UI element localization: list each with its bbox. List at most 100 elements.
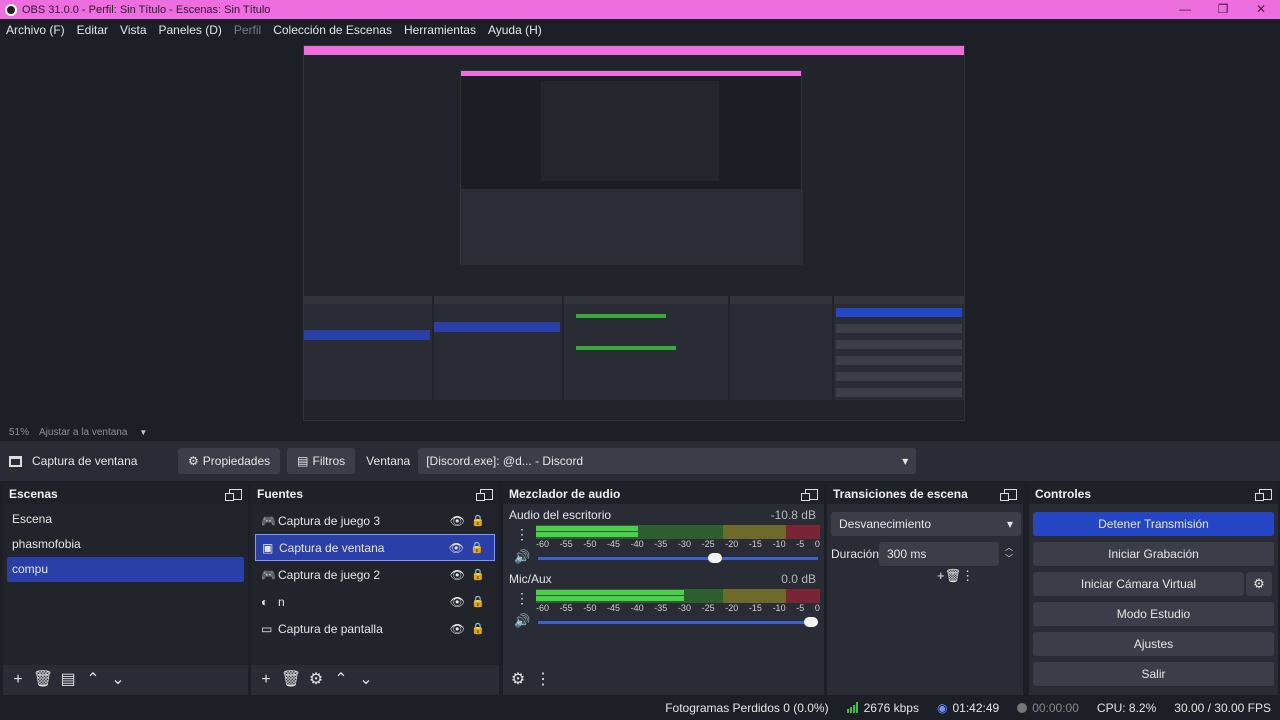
- window-select[interactable]: [Discord.exe]: @d... - Discord ▾: [418, 448, 917, 474]
- source-item-selected[interactable]: ▣ Captura de ventana 👁 🔒: [255, 534, 495, 561]
- kebab-menu-icon[interactable]: ⋮: [532, 669, 554, 691]
- meter-tick-label: -10: [772, 603, 786, 613]
- channel-name: Mic/Aux: [509, 572, 552, 586]
- transitions-title: Transiciones de escena: [833, 487, 968, 501]
- add-icon[interactable]: +: [7, 669, 29, 691]
- eye-icon[interactable]: 👁: [449, 541, 464, 555]
- meter-tick-label: -50: [583, 603, 597, 613]
- menu-archivo[interactable]: Archivo (F): [0, 23, 71, 37]
- stream-time: ◉ 01:42:49: [936, 700, 1000, 715]
- close-button[interactable]: ✕: [1242, 0, 1280, 19]
- lock-icon[interactable]: 🔒: [471, 595, 485, 608]
- volume-meter: [536, 589, 820, 603]
- eye-icon[interactable]: 👁: [450, 622, 465, 636]
- kebab-menu-icon[interactable]: ⋮: [961, 568, 974, 584]
- meter-tick-label: -30: [677, 539, 691, 549]
- meter-tick-label: -15: [748, 603, 762, 613]
- menu-editar[interactable]: Editar: [71, 23, 114, 37]
- menu-paneles[interactable]: Paneles (D): [153, 23, 228, 37]
- start-recording-button[interactable]: Iniciar Grabación: [1033, 542, 1274, 566]
- meter-tick-label: -60: [536, 603, 550, 613]
- trash-icon[interactable]: 🗑: [945, 568, 962, 584]
- arrow-up-icon[interactable]: ⌃: [82, 669, 104, 691]
- lock-icon[interactable]: 🔒: [470, 541, 484, 554]
- transition-select[interactable]: Desvanecimiento ▾: [831, 512, 1021, 536]
- lock-icon[interactable]: 🔒: [471, 568, 485, 581]
- chevron-down-icon: ▾: [902, 454, 909, 468]
- scene-item-selected[interactable]: compu: [7, 557, 244, 582]
- meter-tick-label: -60: [536, 539, 550, 549]
- lock-icon[interactable]: 🔒: [471, 514, 485, 527]
- source-item[interactable]: 🎮 Captura de juego 2 👁 🔒: [255, 561, 495, 588]
- arrow-up-icon[interactable]: ⌃: [330, 669, 352, 691]
- meter-tick-label: -35: [654, 539, 668, 549]
- trash-icon[interactable]: 🗑: [32, 669, 54, 691]
- filter-icon[interactable]: ▤: [57, 669, 79, 691]
- meter-tick-label: -45: [606, 539, 620, 549]
- volume-knob[interactable]: [804, 617, 818, 627]
- chevron-down-icon: ▾: [1006, 517, 1013, 531]
- eye-icon[interactable]: 👁: [450, 568, 465, 582]
- undock-icon[interactable]: [1000, 488, 1017, 501]
- trash-icon[interactable]: 🗑: [280, 669, 302, 691]
- filter-icon: ▤: [297, 454, 309, 468]
- source-item[interactable]: 🎮 Captura de juego 3 👁 🔒: [255, 507, 495, 534]
- gear-icon[interactable]: ⚙: [305, 669, 327, 691]
- scene-item[interactable]: phasmofobia: [7, 532, 244, 557]
- duration-stepper[interactable]: ︿ ﹀: [1002, 542, 1016, 566]
- add-icon[interactable]: +: [937, 568, 945, 584]
- minimize-button[interactable]: —: [1166, 0, 1204, 19]
- stop-streaming-button[interactable]: Detener Transmisión: [1033, 512, 1274, 536]
- monitor-icon: ▭: [261, 621, 273, 636]
- preview-canvas[interactable]: [0, 41, 1280, 423]
- undock-icon[interactable]: [225, 488, 242, 501]
- record-time: 00:00:00: [1017, 701, 1079, 715]
- window-icon: ▣: [262, 540, 274, 555]
- bitrate: 2676 kbps: [846, 701, 919, 715]
- undock-icon[interactable]: [801, 488, 818, 501]
- eye-icon[interactable]: 👁: [450, 514, 465, 528]
- meter-level: [536, 532, 639, 537]
- maximize-button[interactable]: ❐: [1204, 0, 1242, 19]
- add-icon[interactable]: +: [255, 669, 277, 691]
- meter-level: [536, 590, 684, 595]
- menu-coleccion-escenas[interactable]: Colección de Escenas: [267, 23, 398, 37]
- undock-icon[interactable]: [1255, 488, 1272, 501]
- meter-tick-label: 0: [814, 539, 820, 549]
- source-item[interactable]: ▭ Captura de pantalla 👁 🔒: [255, 615, 495, 642]
- lock-icon[interactable]: 🔒: [471, 622, 485, 635]
- arrow-down-icon[interactable]: ⌄: [355, 669, 377, 691]
- undock-icon[interactable]: [476, 488, 493, 501]
- kebab-menu-icon[interactable]: ⋮: [515, 526, 529, 543]
- properties-button[interactable]: ⚙ Propiedades: [178, 448, 281, 474]
- virtual-camera-settings-gear-icon[interactable]: ⚙: [1246, 572, 1272, 596]
- zoom-mode[interactable]: Ajustar a la ventana: [39, 427, 127, 438]
- gear-icon[interactable]: ⚙: [507, 669, 529, 691]
- window-icon: [9, 455, 22, 467]
- arrow-down-icon[interactable]: ⌄: [107, 669, 129, 691]
- source-item[interactable]: ◐ n 👁 🔒: [255, 588, 495, 615]
- menu-vista[interactable]: Vista: [114, 23, 152, 37]
- meter-tick-label: -40: [630, 539, 644, 549]
- volume-slider[interactable]: [538, 557, 818, 560]
- exit-button[interactable]: Salir: [1033, 662, 1274, 686]
- menu-herramientas[interactable]: Herramientas: [398, 23, 482, 37]
- volume-knob[interactable]: [708, 553, 723, 563]
- gamepad-icon: 🎮: [261, 567, 276, 582]
- start-virtual-camera-button[interactable]: Iniciar Cámara Virtual: [1033, 572, 1244, 596]
- studio-mode-button[interactable]: Modo Estudio: [1033, 602, 1274, 626]
- eye-icon[interactable]: 👁: [450, 595, 465, 609]
- duration-field[interactable]: 300 ms: [879, 542, 999, 566]
- speaker-icon[interactable]: 🔊: [514, 613, 530, 629]
- controls-dock: Controles Detener Transmisión Iniciar Gr…: [1029, 484, 1278, 695]
- filters-button[interactable]: ▤ Filtros: [287, 448, 356, 474]
- scene-item[interactable]: Escena: [7, 507, 244, 532]
- volume-slider[interactable]: [538, 621, 818, 624]
- zoom-dropdown-icon[interactable]: ▼: [139, 428, 147, 437]
- settings-button[interactable]: Ajustes: [1033, 632, 1274, 656]
- menu-ayuda[interactable]: Ayuda (H): [482, 23, 548, 37]
- kebab-menu-icon[interactable]: ⋮: [515, 590, 529, 607]
- duration-label: Duración: [831, 547, 880, 561]
- speaker-icon[interactable]: 🔊: [514, 549, 530, 565]
- scenes-title: Escenas: [9, 487, 58, 501]
